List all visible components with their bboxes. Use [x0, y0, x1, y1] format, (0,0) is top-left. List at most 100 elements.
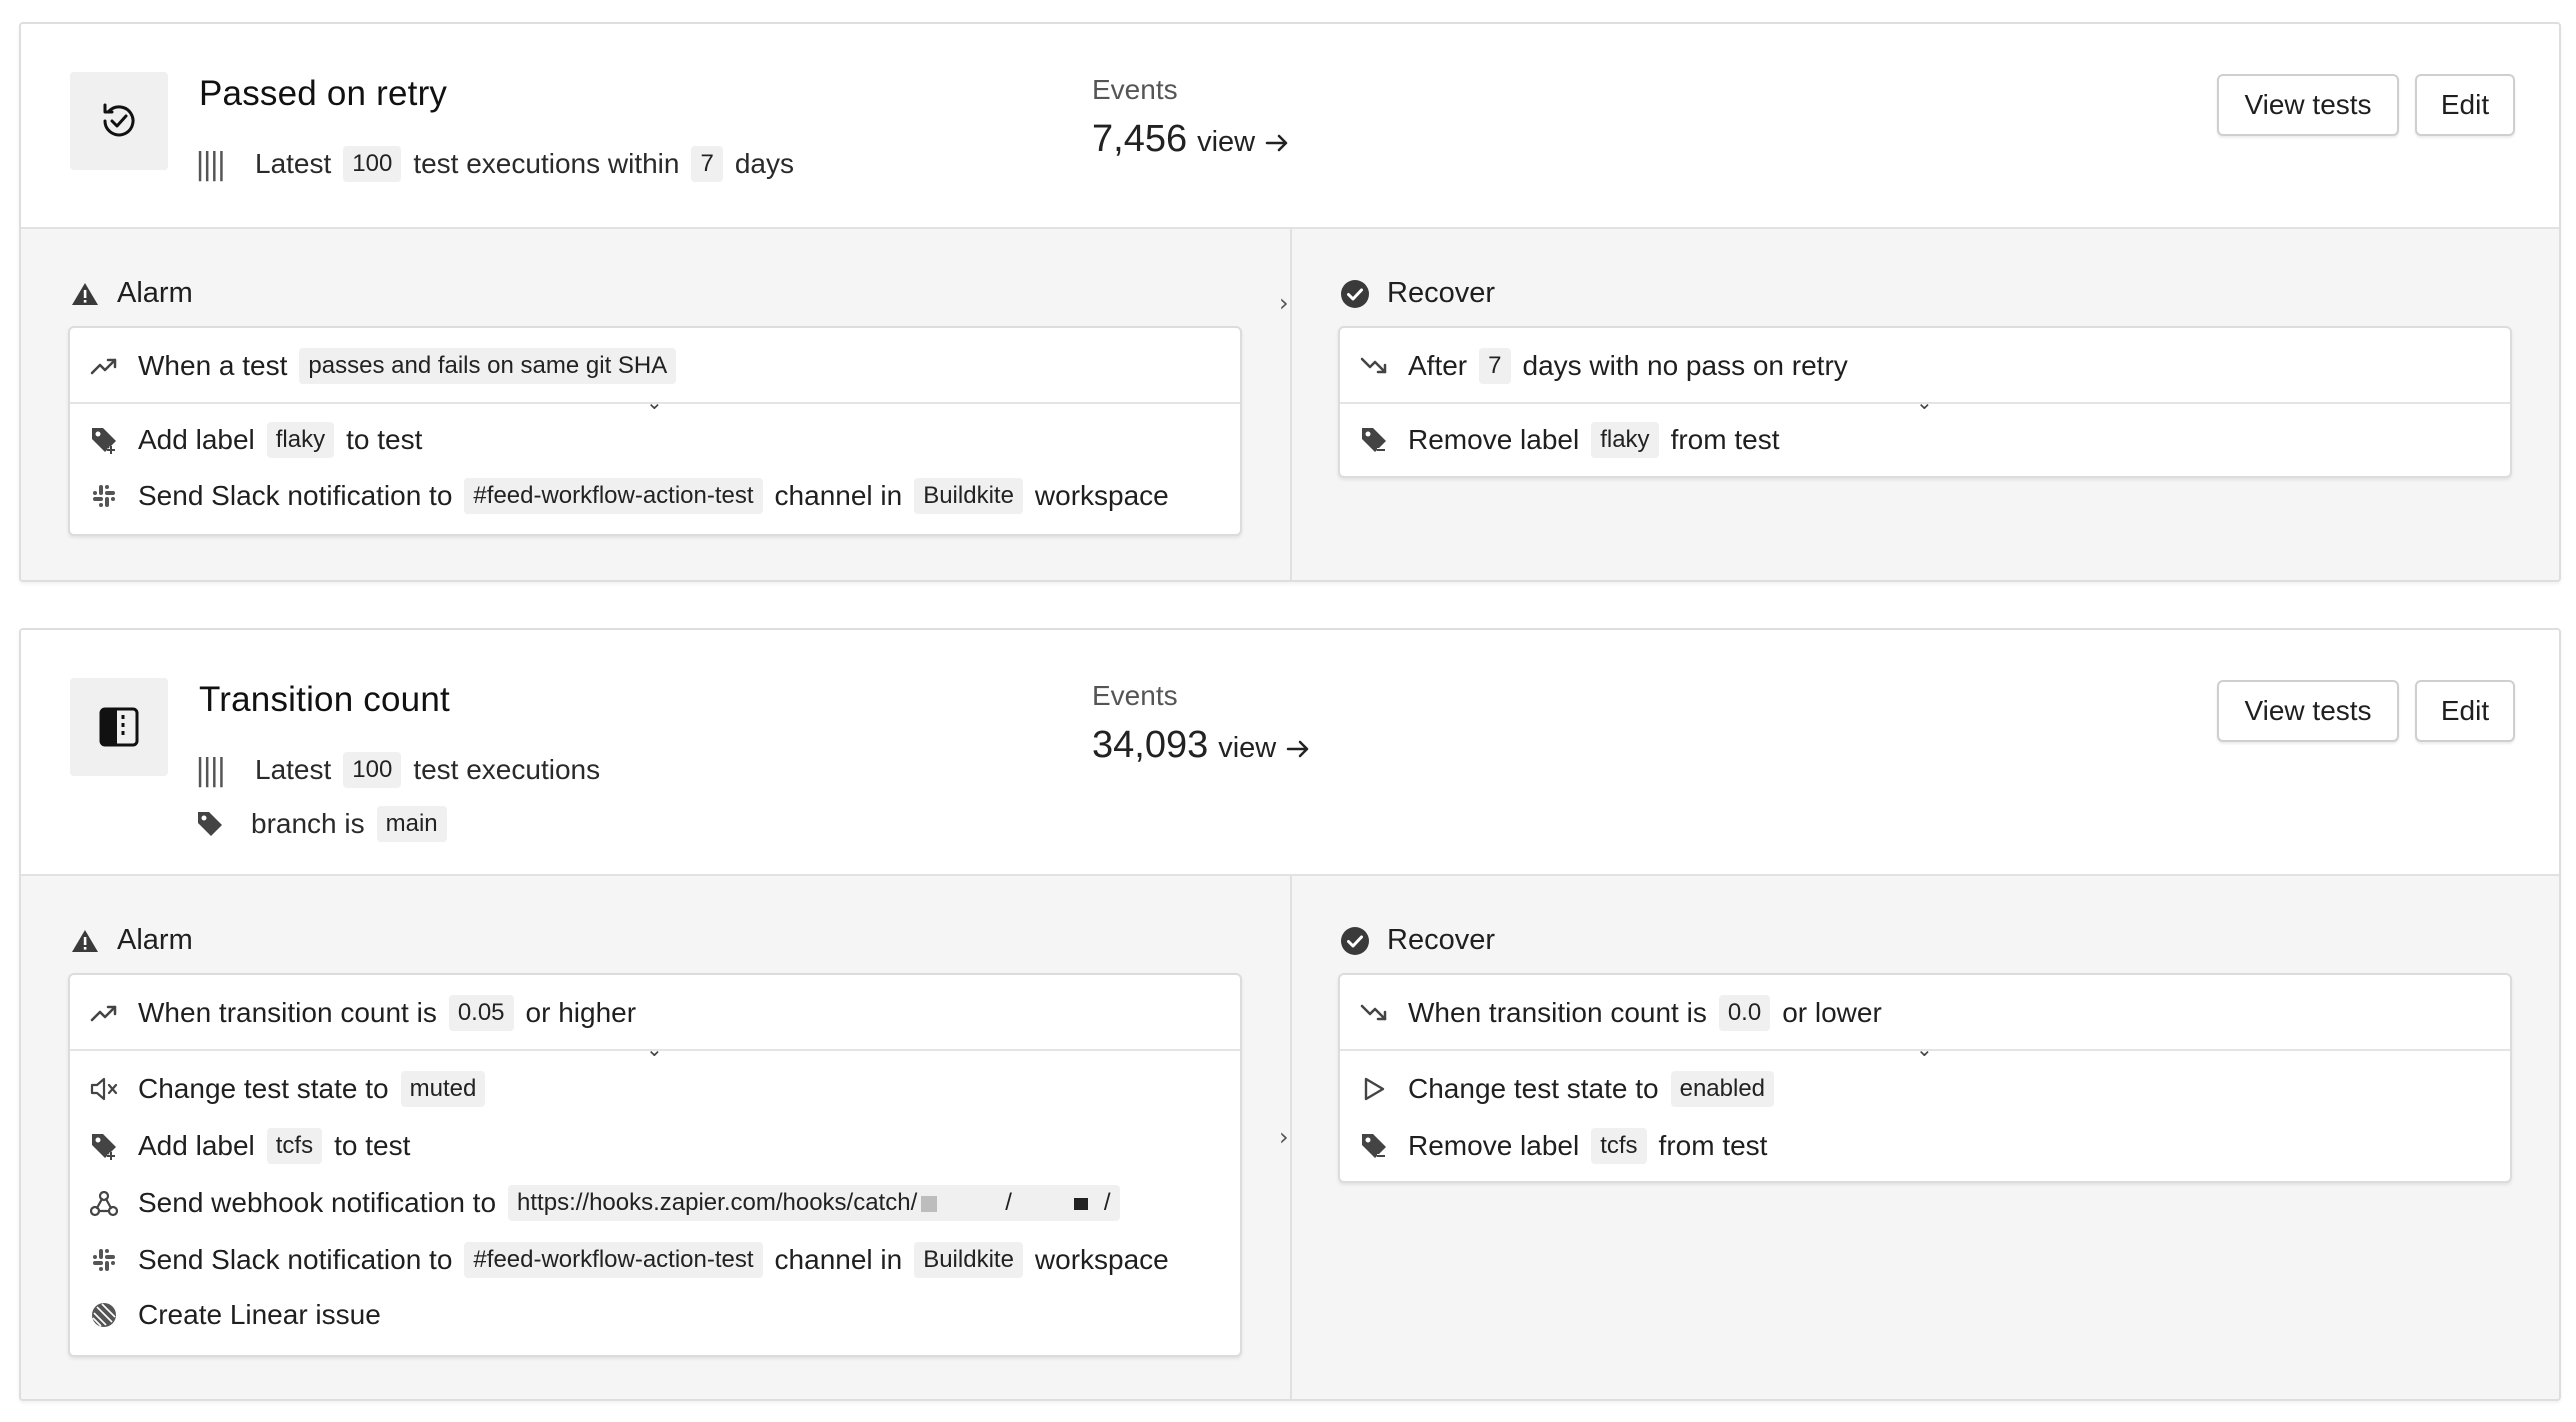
- view-tests-button[interactable]: View tests: [2217, 74, 2399, 136]
- monitor-card-transition-count: Transition count |||| Latest 100 test ex…: [19, 628, 2561, 1401]
- trigger-suffix: days with no pass on retry: [1522, 350, 1848, 381]
- action-suffix: to test: [334, 1130, 411, 1161]
- check-circle-icon: [1339, 278, 1371, 310]
- slack-icon: [86, 1247, 122, 1273]
- trend-down-icon: [1356, 1003, 1392, 1023]
- action-mid: channel in: [774, 1244, 903, 1275]
- workspace-chip: Buildkite: [914, 1242, 1023, 1278]
- days-chip: 7: [691, 146, 723, 182]
- channel-chip: #feed-workflow-action-test: [464, 478, 763, 514]
- chevron-down-icon: ⌄: [646, 1037, 663, 1061]
- recover-trigger: After 7 days with no pass on retry: [1340, 348, 1854, 384]
- channel-chip: #feed-workflow-action-test: [464, 1242, 763, 1278]
- action-suffix: workspace: [1034, 480, 1169, 511]
- recover-heading: Recover: [1339, 924, 1495, 957]
- view-tests-button[interactable]: View tests: [2217, 680, 2399, 742]
- monitor-header: Passed on retry |||| Latest 100 test exe…: [21, 24, 2559, 229]
- alarm-heading-label: Alarm: [117, 924, 193, 956]
- alarm-action: Add label tcfs to test: [70, 1128, 416, 1164]
- alarm-action: Send Slack notification to #feed-workflo…: [70, 478, 1175, 514]
- trend-up-icon: [86, 1003, 122, 1023]
- monitor-filter: branch is main: [195, 806, 453, 842]
- label-chip: tcfs: [266, 1128, 323, 1164]
- action-prefix: Change test state to: [138, 1073, 389, 1104]
- action-prefix: Remove label: [1408, 1130, 1580, 1161]
- arrow-right-icon: [1287, 740, 1309, 757]
- chevron-down-icon: ⌄: [646, 390, 663, 414]
- events-view-link[interactable]: view: [1197, 126, 1291, 159]
- scope-mid: test executions within: [413, 148, 680, 179]
- warning-icon: [69, 925, 101, 957]
- alarm-heading-label: Alarm: [117, 277, 193, 309]
- monitor-title: Transition count: [199, 680, 450, 719]
- webhook-url: https://hooks.zapier.com/hooks/catch/: [517, 1189, 918, 1216]
- events-label: Events: [1092, 74, 1178, 105]
- action-mid: channel in: [774, 480, 903, 511]
- tag-icon: [195, 809, 233, 839]
- trigger-prefix: After: [1408, 350, 1468, 381]
- recover-heading: Recover: [1339, 277, 1495, 310]
- action-prefix: Send webhook notification to: [138, 1187, 497, 1218]
- alarm-heading: Alarm: [69, 924, 193, 957]
- action-suffix: from test: [1658, 1130, 1768, 1161]
- tag-add-icon: [86, 425, 122, 455]
- trigger-chip: 0.0: [1718, 995, 1771, 1031]
- edit-button[interactable]: Edit: [2415, 680, 2515, 742]
- events-view-link[interactable]: view: [1218, 732, 1312, 765]
- events-count-row: 34,093 view: [1092, 724, 1312, 767]
- webhook-url-chip: https://hooks.zapier.com/hooks/catch// /: [508, 1185, 1120, 1221]
- chevron-down-icon: ⌄: [1916, 1037, 1933, 1061]
- monitor-scope: |||| Latest 100 test executions: [195, 752, 606, 788]
- action-prefix: Send Slack notification to: [138, 480, 453, 511]
- events-view-label: view: [1218, 732, 1277, 764]
- retry-check-icon: [70, 72, 168, 170]
- events-count-row: 7,456 view: [1092, 118, 1291, 161]
- check-circle-icon: [1339, 925, 1371, 957]
- execution-count-chip: 100: [343, 752, 402, 788]
- action-suffix: from test: [1670, 424, 1780, 455]
- events-label: Events: [1092, 680, 1178, 711]
- recover-trigger: When transition count is 0.0 or lower: [1340, 995, 1888, 1031]
- filter-prefix: branch is: [251, 808, 365, 839]
- executions-icon: ||||: [195, 146, 226, 182]
- edit-button[interactable]: Edit: [2415, 74, 2515, 136]
- alarm-action: Add label flaky to test: [70, 422, 428, 458]
- recover-action: Change test state to enabled: [1340, 1071, 1780, 1107]
- events-summary: Events 34,093 view: [1092, 680, 1312, 767]
- trigger-prefix: When transition count is: [138, 997, 437, 1028]
- chevron-down-icon: ⌄: [1916, 390, 1933, 414]
- mute-icon: [86, 1076, 122, 1102]
- trigger-chip: 0.05: [448, 995, 514, 1031]
- tag-remove-icon: [1356, 425, 1392, 455]
- executions-icon: ||||: [195, 752, 226, 788]
- webhook-icon: [86, 1189, 122, 1217]
- warning-icon: [69, 278, 101, 310]
- alarm-action: Create Linear issue: [70, 1299, 387, 1331]
- events-view-label: view: [1197, 126, 1256, 158]
- action-suffix: workspace: [1034, 1244, 1169, 1275]
- monitor-header: Transition count |||| Latest 100 test ex…: [21, 630, 2559, 876]
- label-chip: flaky: [1591, 422, 1659, 458]
- redaction: [1073, 1197, 1088, 1210]
- scope-mid: test executions: [413, 754, 601, 785]
- label-chip: tcfs: [1591, 1128, 1647, 1164]
- action-prefix: Change test state to: [1408, 1073, 1659, 1104]
- action-prefix: Add label: [138, 1130, 255, 1161]
- tag-remove-icon: [1356, 1131, 1392, 1161]
- linear-icon: [86, 1301, 122, 1329]
- trigger-suffix: or higher: [525, 997, 637, 1028]
- monitor-card-passed-on-retry: Passed on retry |||| Latest 100 test exe…: [19, 22, 2561, 582]
- recover-heading-label: Recover: [1387, 924, 1495, 956]
- tag-add-icon: [86, 1131, 122, 1161]
- recover-rule-box: After 7 days with no pass on retry ⌄ Rem…: [1338, 326, 2512, 478]
- branch-chip: main: [376, 806, 447, 842]
- alarm-trigger: When a test passes and fails on same git…: [70, 348, 682, 384]
- monitor-rules: › Alarm When transition count is 0.05 or…: [21, 876, 2559, 1399]
- events-count: 34,093: [1092, 724, 1209, 766]
- trigger-prefix: When a test: [138, 350, 288, 381]
- state-chip: enabled: [1670, 1071, 1775, 1107]
- alarm-action: Send Slack notification to #feed-workflo…: [70, 1242, 1175, 1278]
- alarm-action: Change test state to muted: [70, 1071, 491, 1107]
- events-count: 7,456: [1092, 118, 1188, 160]
- action-prefix: Send Slack notification to: [138, 1244, 453, 1275]
